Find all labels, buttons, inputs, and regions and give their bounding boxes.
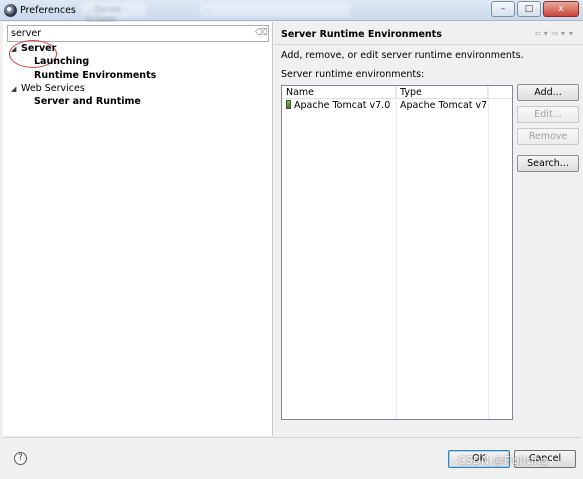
preferences-tree-panel: ⌫ ◢Server Launching Runtime Environments… — [3, 22, 273, 436]
tree-item-server-and-runtime[interactable]: Server and Runtime — [11, 95, 156, 108]
blurred-window-title: ...Server - Eclipse — [82, 3, 146, 25]
table-row[interactable]: Apache Tomcat v7.0 Apache Tomcat v7... — [282, 99, 512, 113]
list-label: Server runtime environments: — [281, 69, 425, 80]
column-header-type[interactable]: Type — [396, 86, 488, 98]
maximize-button[interactable]: □ — [517, 1, 541, 17]
cancel-button[interactable]: Cancel — [514, 450, 576, 468]
close-button[interactable]: x — [543, 1, 579, 17]
page-navigation: ⇦ ▾ ⇨ ▾ ▾ — [534, 29, 573, 38]
page-title: Server Runtime Environments — [281, 29, 442, 40]
search-button[interactable]: Search... — [517, 155, 579, 172]
runtime-type-cell: Apache Tomcat v7... — [400, 100, 488, 111]
ok-button[interactable]: OK — [448, 450, 510, 468]
runtime-name-cell: Apache Tomcat v7.0 — [282, 99, 396, 113]
column-header-name[interactable]: Name — [282, 86, 396, 98]
filter-field[interactable]: ⌫ — [7, 25, 269, 42]
tree-item-server[interactable]: ◢ Server — [11, 42, 156, 55]
column-divider — [488, 86, 489, 419]
filter-input[interactable] — [8, 26, 248, 41]
window-title: Preferences — [20, 5, 76, 16]
runtime-table[interactable]: Name Type Apache Tomcat v7.0 Apache Tomc… — [281, 85, 513, 420]
preferences-tree: ◢ Server Launching Runtime Environments ◢… — [11, 42, 156, 108]
tree-item-launching[interactable]: Launching — [11, 55, 156, 68]
blurred-window-title: ... — [200, 3, 350, 17]
preference-page: Server Runtime Environments ⇦ ▾ ⇨ ▾ ▾ Ad… — [274, 22, 583, 436]
remove-button[interactable]: Remove — [517, 128, 579, 145]
minimize-button[interactable]: – — [491, 1, 515, 17]
back-arrow-icon[interactable]: ⇦ ▾ — [534, 29, 547, 38]
expanded-arrow-icon[interactable]: ◢ — [11, 43, 21, 56]
forward-arrow-icon[interactable]: ⇨ ▾ — [552, 29, 565, 38]
tree-item-web-services[interactable]: ◢ Web Services — [11, 82, 156, 95]
menu-dropdown-icon[interactable]: ▾ — [569, 29, 573, 38]
help-icon[interactable]: ? — [14, 452, 27, 465]
eclipse-icon — [4, 4, 17, 17]
button-bar-separator — [3, 437, 581, 438]
server-runtime-icon — [286, 100, 291, 109]
add-button[interactable]: Add... — [517, 84, 579, 101]
expanded-arrow-icon[interactable]: ◢ — [11, 83, 21, 96]
table-header: Name Type — [282, 86, 512, 99]
title-bar: Preferences ...Server - Eclipse ... – □ … — [0, 0, 583, 25]
edit-button[interactable]: Edit... — [517, 106, 579, 123]
column-divider — [396, 86, 397, 419]
clear-filter-icon[interactable]: ⌫ — [255, 28, 268, 39]
page-description: Add, remove, or edit server runtime envi… — [281, 50, 524, 61]
tree-item-runtime-environments[interactable]: Runtime Environments — [11, 69, 156, 82]
title-separator — [274, 44, 583, 45]
